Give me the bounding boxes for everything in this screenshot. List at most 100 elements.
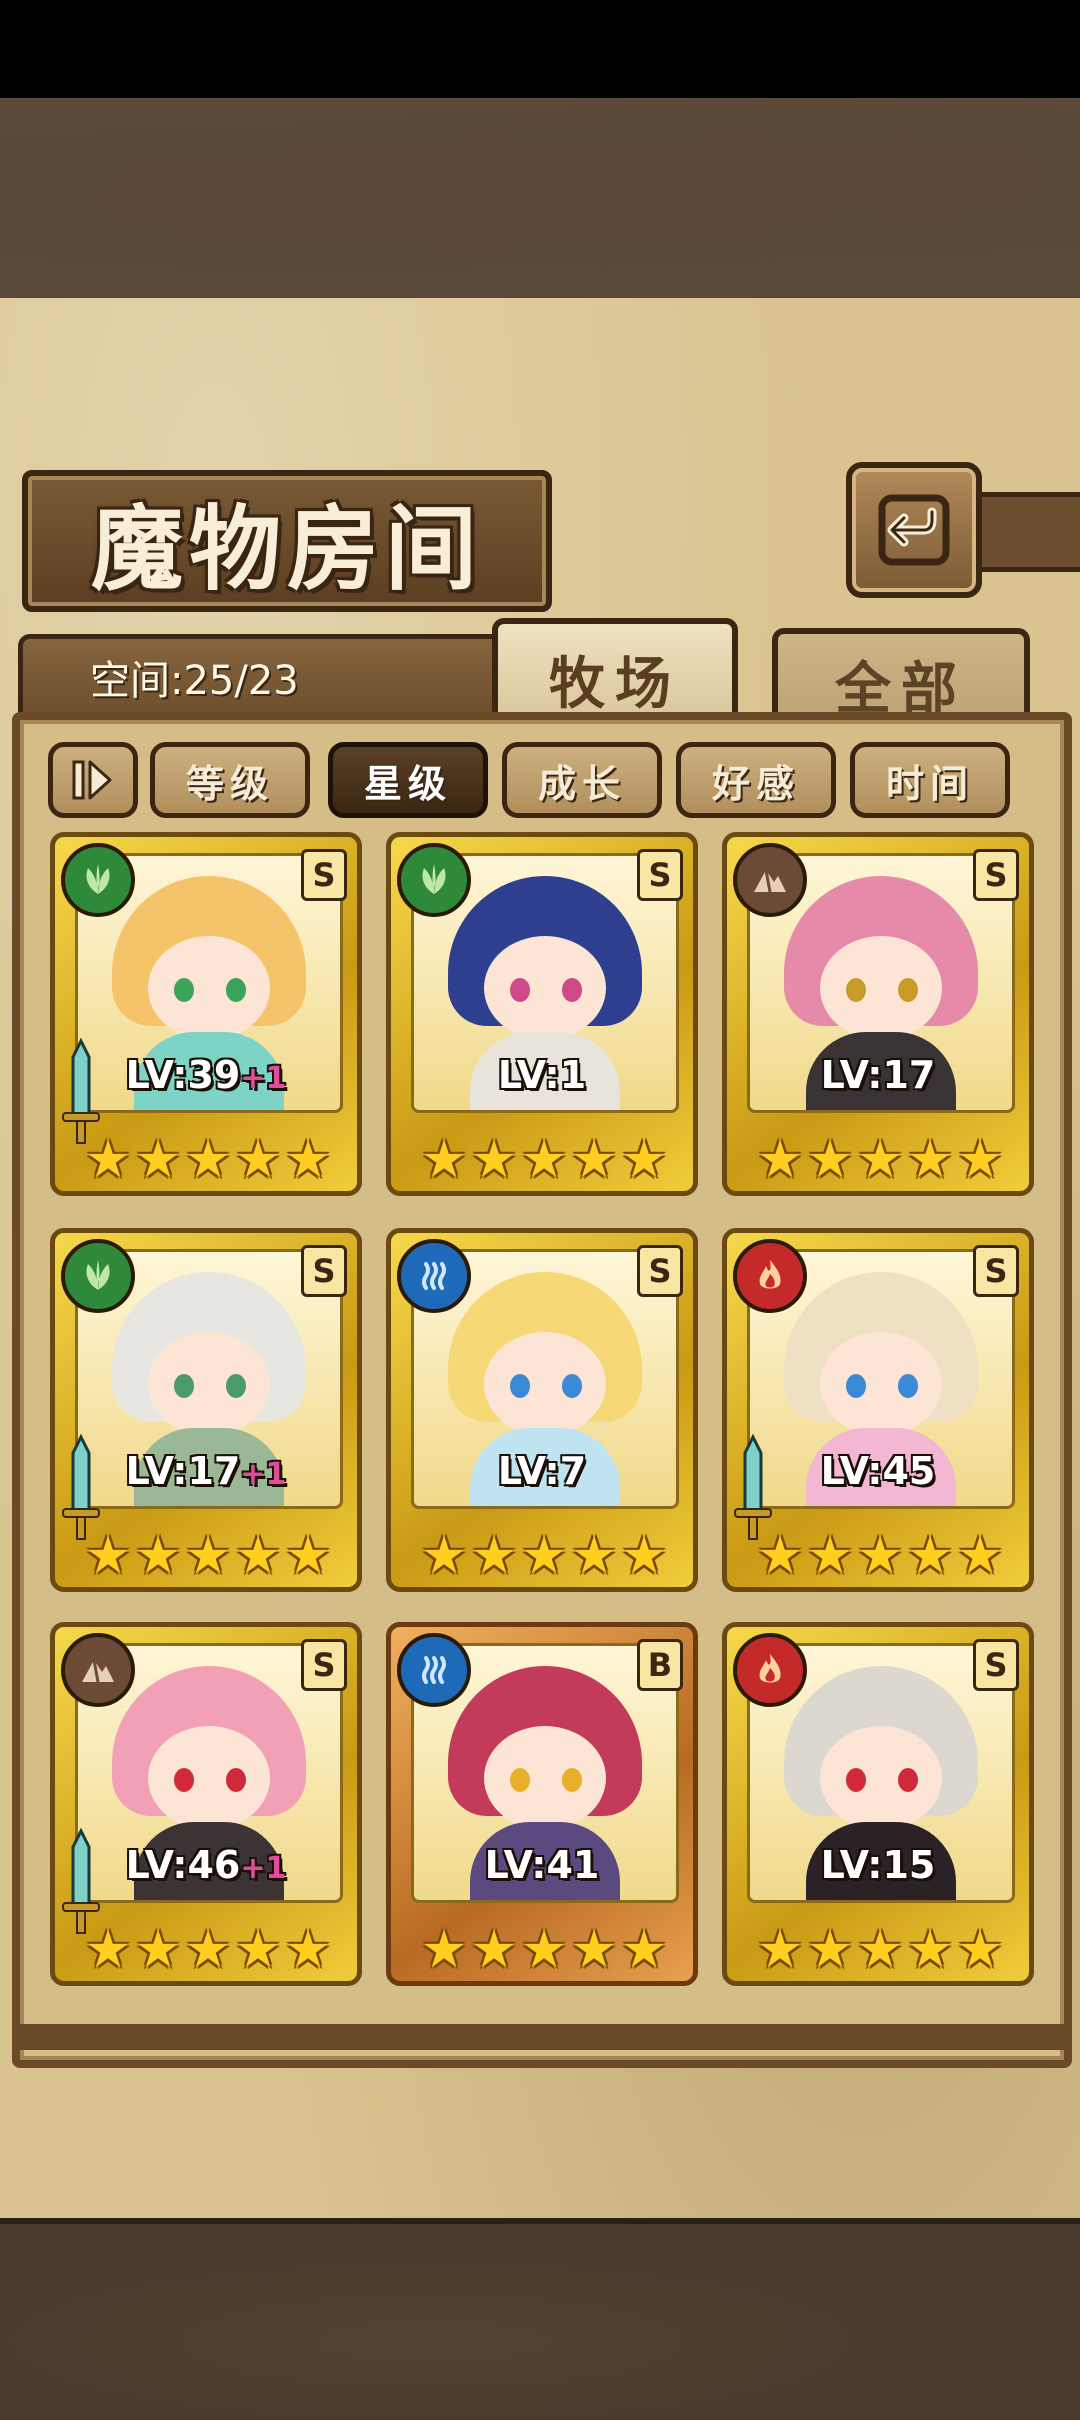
star-icon: ★	[756, 1526, 804, 1586]
sort-order-toggle-button[interactable]	[48, 742, 138, 818]
star-icon: ★	[806, 1920, 854, 1980]
monster-card[interactable]: S LV:39+1 ★ ★ ★ ★ ★	[50, 832, 362, 1196]
star-rating: ★ ★ ★ ★ ★	[83, 1133, 333, 1189]
sort-affection-button[interactable]: 好感	[676, 742, 836, 818]
sort-star-button[interactable]: 星级	[328, 742, 488, 818]
level-value: LV:39	[125, 1053, 241, 1097]
sort-level-button[interactable]: 等级	[150, 742, 310, 818]
back-arrow-icon	[878, 494, 950, 566]
rank-badge: S	[301, 1639, 347, 1691]
sort-time-button[interactable]: 时间	[850, 742, 1010, 818]
sort-order-icon	[72, 760, 112, 800]
earth-icon	[61, 1633, 135, 1707]
star-icon: ★	[420, 1920, 468, 1980]
rank-badge: S	[637, 849, 683, 901]
frame-bottom-bar	[12, 2024, 1072, 2050]
star-icon: ★	[856, 1920, 904, 1980]
star-icon: ★	[234, 1920, 282, 1980]
water-icon	[397, 1633, 471, 1707]
level-label: LV:15	[727, 1843, 1029, 1887]
sort-bar: 等级 星级 成长 好感 时间	[48, 742, 1038, 822]
star-icon: ★	[956, 1526, 1004, 1586]
portrait-eye-left	[174, 1768, 194, 1792]
star-icon: ★	[956, 1920, 1004, 1980]
monster-card[interactable]: S LV:45 ★ ★ ★ ★ ★	[722, 1228, 1034, 1592]
rank-badge: S	[973, 1639, 1019, 1691]
monster-card[interactable]: S LV:17 ★ ★ ★ ★ ★	[722, 832, 1034, 1196]
level-bonus: +1	[240, 1061, 287, 1096]
level-label: LV:39+1	[55, 1053, 357, 1097]
back-button[interactable]	[846, 462, 982, 598]
level-label: LV:17	[727, 1053, 1029, 1097]
star-icon: ★	[234, 1526, 282, 1586]
level-label: LV:17+1	[55, 1449, 357, 1493]
rank-badge: S	[973, 849, 1019, 901]
portrait-eye-right	[226, 1374, 246, 1398]
star-icon: ★	[84, 1920, 132, 1980]
star-icon: ★	[134, 1920, 182, 1980]
star-icon: ★	[520, 1920, 568, 1980]
star-icon: ★	[420, 1526, 468, 1586]
monster-card[interactable]: S LV:17+1 ★ ★ ★ ★ ★	[50, 1228, 362, 1592]
star-icon: ★	[470, 1130, 518, 1190]
space-counter: 空间:25/23	[90, 658, 299, 704]
portrait-face	[820, 1332, 942, 1436]
level-value: LV:46	[125, 1843, 241, 1887]
water-icon	[397, 1239, 471, 1313]
leaf-icon	[61, 843, 135, 917]
portrait-face	[820, 1726, 942, 1830]
star-icon: ★	[284, 1130, 332, 1190]
star-icon: ★	[184, 1526, 232, 1586]
leaf-icon	[397, 843, 471, 917]
star-icon: ★	[856, 1526, 904, 1586]
portrait-eye-left	[846, 1374, 866, 1398]
star-rating: ★ ★ ★ ★ ★	[83, 1923, 333, 1979]
star-icon: ★	[184, 1130, 232, 1190]
rank-badge: S	[637, 1245, 683, 1297]
rank-badge: S	[301, 849, 347, 901]
sort-growth-button[interactable]: 成长	[502, 742, 662, 818]
portrait-face	[484, 936, 606, 1040]
star-icon: ★	[184, 1920, 232, 1980]
portrait-eye-right	[226, 1768, 246, 1792]
level-bonus: +1	[240, 1851, 287, 1886]
monster-card[interactable]: B LV:41 ★ ★ ★ ★ ★	[386, 1622, 698, 1986]
monster-card[interactable]: S LV:7 ★ ★ ★ ★ ★	[386, 1228, 698, 1592]
star-icon: ★	[570, 1130, 618, 1190]
star-rating: ★ ★ ★ ★ ★	[755, 1529, 1005, 1585]
map-background-bottom	[0, 2218, 1080, 2420]
level-value: LV:17	[820, 1053, 936, 1097]
star-icon: ★	[84, 1526, 132, 1586]
monster-card[interactable]: S LV:15 ★ ★ ★ ★ ★	[722, 1622, 1034, 1986]
star-rating: ★ ★ ★ ★ ★	[755, 1133, 1005, 1189]
monster-card[interactable]: S LV:1 ★ ★ ★ ★ ★	[386, 832, 698, 1196]
portrait-face	[148, 1332, 270, 1436]
portrait-eye-left	[174, 978, 194, 1002]
fire-icon	[733, 1239, 807, 1313]
star-icon: ★	[234, 1130, 282, 1190]
portrait-eye-right	[226, 978, 246, 1002]
star-icon: ★	[284, 1526, 332, 1586]
portrait-face	[148, 1726, 270, 1830]
level-label: LV:45	[727, 1449, 1029, 1493]
portrait-eye-right	[898, 1768, 918, 1792]
rank-badge: S	[301, 1245, 347, 1297]
level-label: LV:7	[391, 1449, 693, 1493]
star-icon: ★	[806, 1130, 854, 1190]
portrait-eye-right	[898, 978, 918, 1002]
level-label: LV:46+1	[55, 1843, 357, 1887]
star-icon: ★	[620, 1526, 668, 1586]
fire-icon	[733, 1633, 807, 1707]
portrait-eye-right	[898, 1374, 918, 1398]
level-value: LV:17	[125, 1449, 241, 1493]
portrait-eye-left	[174, 1374, 194, 1398]
level-bonus: +1	[240, 1457, 287, 1492]
rank-badge: S	[973, 1245, 1019, 1297]
star-rating: ★ ★ ★ ★ ★	[419, 1133, 669, 1189]
portrait-face	[484, 1332, 606, 1436]
star-icon: ★	[620, 1130, 668, 1190]
star-icon: ★	[906, 1130, 954, 1190]
monster-card[interactable]: S LV:46+1 ★ ★ ★ ★ ★	[50, 1622, 362, 1986]
portrait-eye-right	[562, 1374, 582, 1398]
status-bar	[0, 0, 1080, 98]
